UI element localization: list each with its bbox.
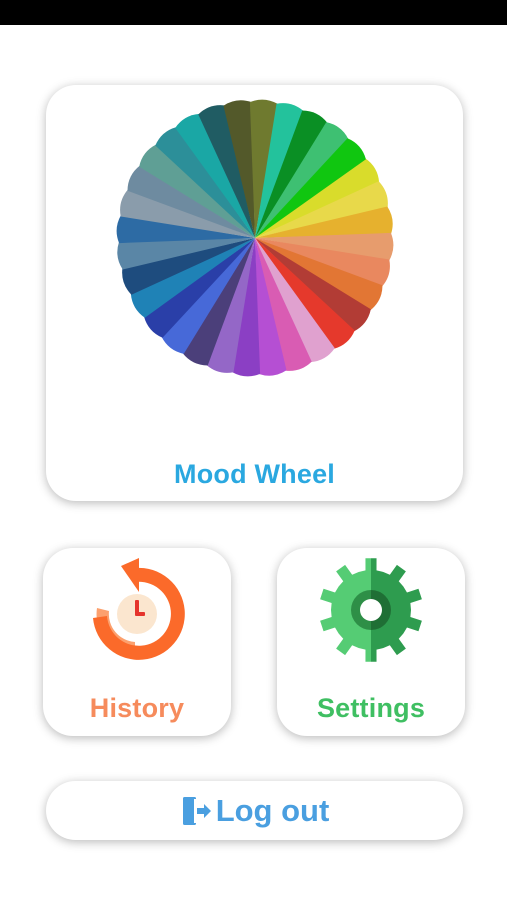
settings-card[interactable]: Settings <box>277 548 465 736</box>
logout-label: Log out <box>215 792 330 828</box>
history-label: History <box>89 693 185 723</box>
gear-icon <box>320 558 422 662</box>
status-bar <box>0 0 507 25</box>
logout-door-icon <box>182 796 211 825</box>
history-clock-icon <box>93 558 185 660</box>
history-card[interactable]: History <box>43 548 231 736</box>
mood-wheel-card[interactable]: Mood Wheel <box>46 85 463 501</box>
color-wheel-icon <box>116 99 394 377</box>
settings-label: Settings <box>316 693 426 723</box>
mood-wheel-label: Mood Wheel <box>174 459 335 489</box>
logout-button[interactable]: Log out <box>46 781 463 840</box>
